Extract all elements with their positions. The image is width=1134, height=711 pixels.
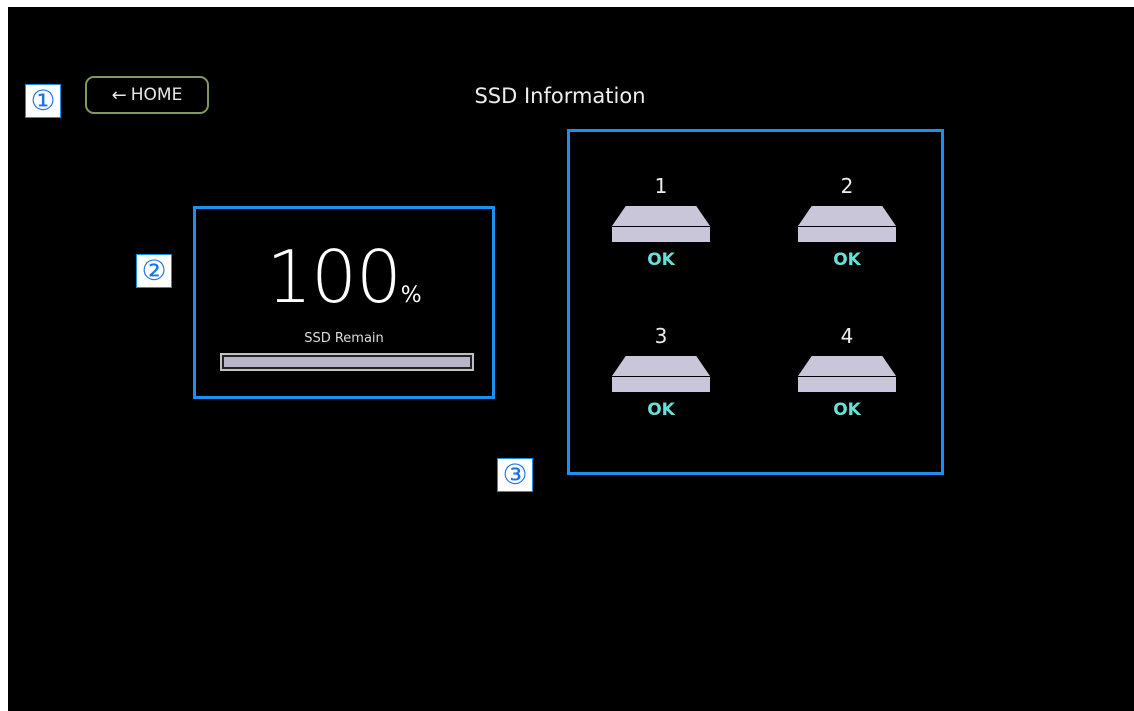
ssd-remain-unit: %: [400, 283, 422, 308]
ssd-remain-label: SSD Remain: [304, 331, 384, 346]
ssd-drive-icon: [798, 206, 896, 242]
ssd-slot-number: 4: [840, 324, 854, 348]
ssd-slot-status: OK: [833, 400, 861, 420]
ssd-drive-icon: [612, 356, 710, 392]
ssd-slot-number: 2: [840, 174, 854, 198]
ssd-remain-panel: 100% SSD Remain: [193, 206, 495, 399]
ssd-slot-2: 2 OK: [797, 174, 897, 270]
ssd-slot-status: OK: [833, 250, 861, 270]
ssd-remain-progress-fill: [224, 357, 470, 367]
callout-2: ②: [136, 254, 172, 288]
ssd-slots-panel: 1 OK 2 OK 3 OK 4 OK: [567, 129, 944, 475]
page-title: SSD Information: [474, 84, 646, 108]
ssd-slot-3: 3 OK: [611, 324, 711, 420]
ssd-slot-status: OK: [647, 400, 675, 420]
ssd-remain-progress-bar: [220, 353, 474, 371]
ssd-slot-number: 1: [654, 174, 668, 198]
ssd-drive-icon: [612, 206, 710, 242]
home-button[interactable]: ← HOME: [85, 76, 209, 114]
ssd-remain-value: 100%: [196, 235, 492, 319]
ssd-slot-number: 3: [654, 324, 668, 348]
ssd-slot-4: 4 OK: [797, 324, 897, 420]
arrow-left-icon: ←: [111, 84, 127, 106]
callout-1: ①: [25, 84, 61, 118]
home-button-label: HOME: [130, 85, 183, 105]
ssd-slot-1: 1 OK: [611, 174, 711, 270]
ssd-drive-icon: [798, 356, 896, 392]
callout-3: ③: [497, 458, 533, 492]
ssd-slot-status: OK: [647, 250, 675, 270]
ssd-remain-number: 100: [266, 235, 401, 319]
